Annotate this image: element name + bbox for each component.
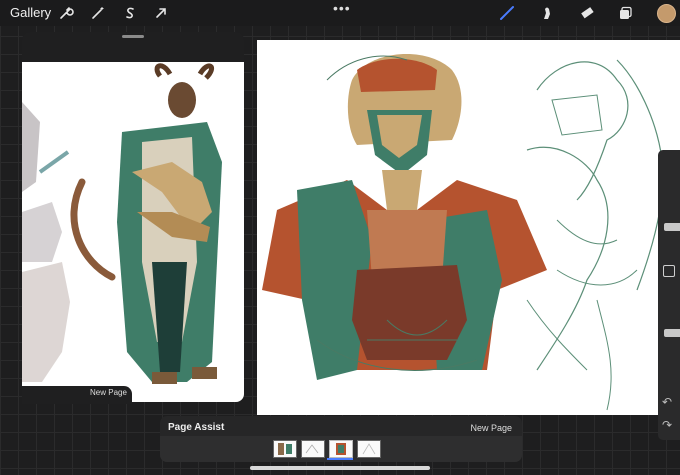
more-options-handle[interactable]: ••• [333, 0, 351, 16]
reference-panel[interactable] [22, 32, 244, 402]
transform-arrow-icon[interactable] [151, 3, 171, 23]
page-assist-panel: Page Assist New Page [160, 416, 522, 462]
modify-button[interactable] [663, 265, 675, 277]
actions-wrench-icon[interactable] [56, 3, 76, 23]
smudge-icon[interactable] [537, 3, 557, 23]
layers-icon[interactable] [615, 3, 635, 23]
page-assist-new-page-button[interactable]: New Page [470, 423, 512, 433]
reference-new-page-tab[interactable]: New Page [22, 386, 132, 404]
page-thumbnail-strip [160, 436, 522, 462]
side-toolbar: ↶ ↷ [658, 150, 680, 440]
color-picker-swatch[interactable] [657, 4, 676, 23]
brush-size-slider[interactable] [662, 158, 680, 253]
page-thumb-4[interactable] [357, 440, 381, 458]
top-toolbar: Gallery ••• [0, 0, 680, 26]
drawing-canvas[interactable] [257, 40, 680, 415]
undo-icon[interactable]: ↶ [662, 395, 672, 409]
reference-page-image [22, 62, 244, 402]
page-thumb-3[interactable] [329, 440, 353, 458]
page-assist-title: Page Assist [168, 422, 225, 433]
canvas-artwork [262, 53, 664, 411]
selection-s-icon[interactable] [120, 3, 140, 23]
brush-size-slider-thumb[interactable] [664, 223, 680, 231]
opacity-slider[interactable] [662, 288, 680, 388]
active-page-indicator [327, 458, 353, 460]
redo-icon[interactable]: ↷ [662, 418, 672, 432]
page-thumb-2[interactable] [301, 440, 325, 458]
opacity-slider-thumb[interactable] [664, 329, 680, 337]
reference-panel-handle[interactable] [122, 35, 144, 38]
eraser-icon[interactable] [577, 3, 597, 23]
adjustments-wand-icon[interactable] [88, 3, 108, 23]
gallery-button[interactable]: Gallery [10, 5, 51, 20]
home-indicator[interactable] [250, 466, 430, 470]
page-thumb-1[interactable] [273, 440, 297, 458]
reference-new-page-label[interactable]: New Page [90, 388, 127, 397]
brush-icon[interactable] [497, 3, 517, 23]
